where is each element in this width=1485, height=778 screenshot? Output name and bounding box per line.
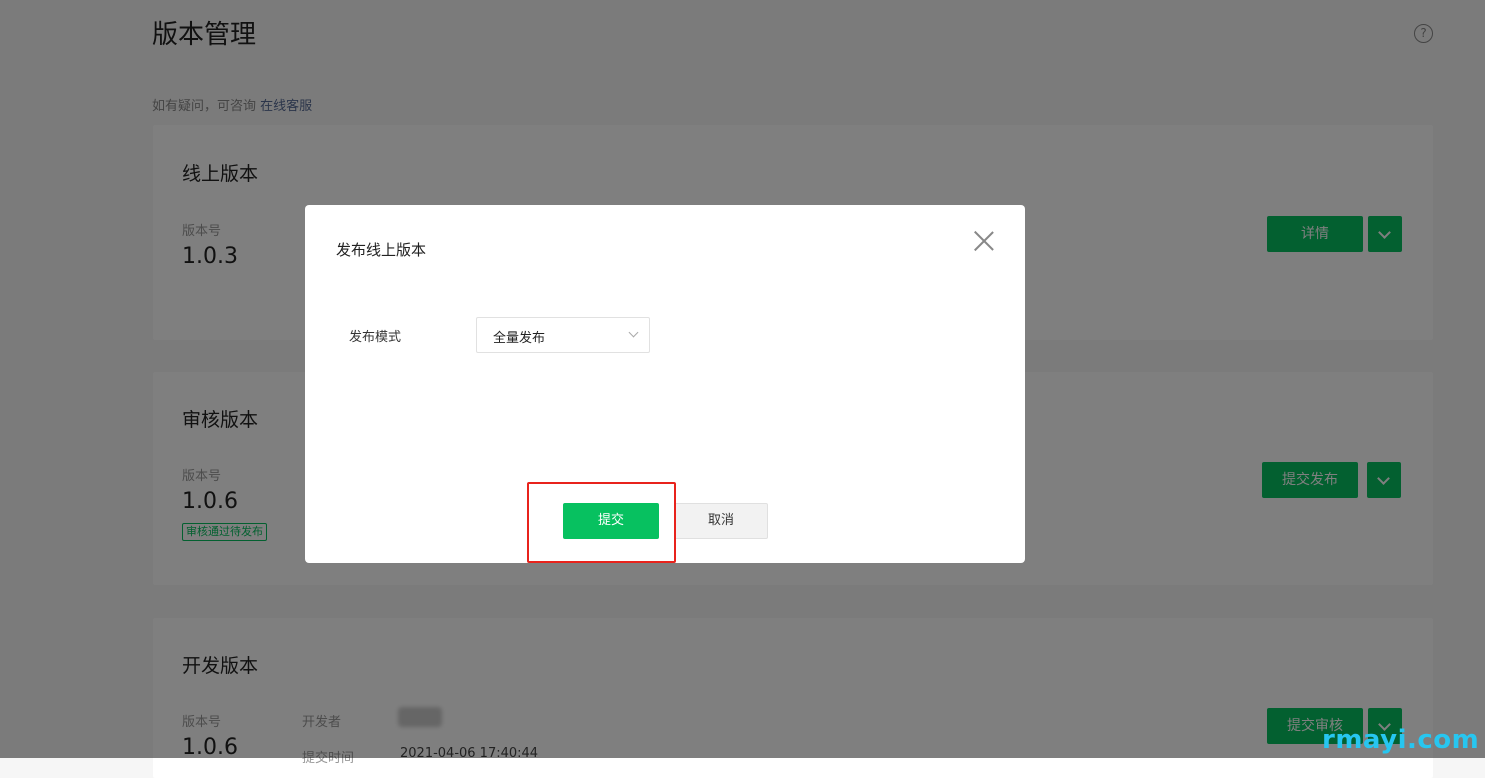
chevron-down-icon: [628, 327, 639, 338]
highlight-annotation: [527, 482, 676, 563]
release-mode-label: 发布模式: [349, 330, 402, 345]
release-mode-value: 全量发布: [493, 331, 546, 346]
dialog-title: 发布线上版本: [336, 241, 427, 259]
cancel-button[interactable]: 取消: [674, 503, 768, 539]
watermark: rmayi.com: [1322, 725, 1480, 755]
close-icon[interactable]: [973, 230, 995, 252]
release-mode-select[interactable]: 全量发布: [476, 317, 650, 353]
